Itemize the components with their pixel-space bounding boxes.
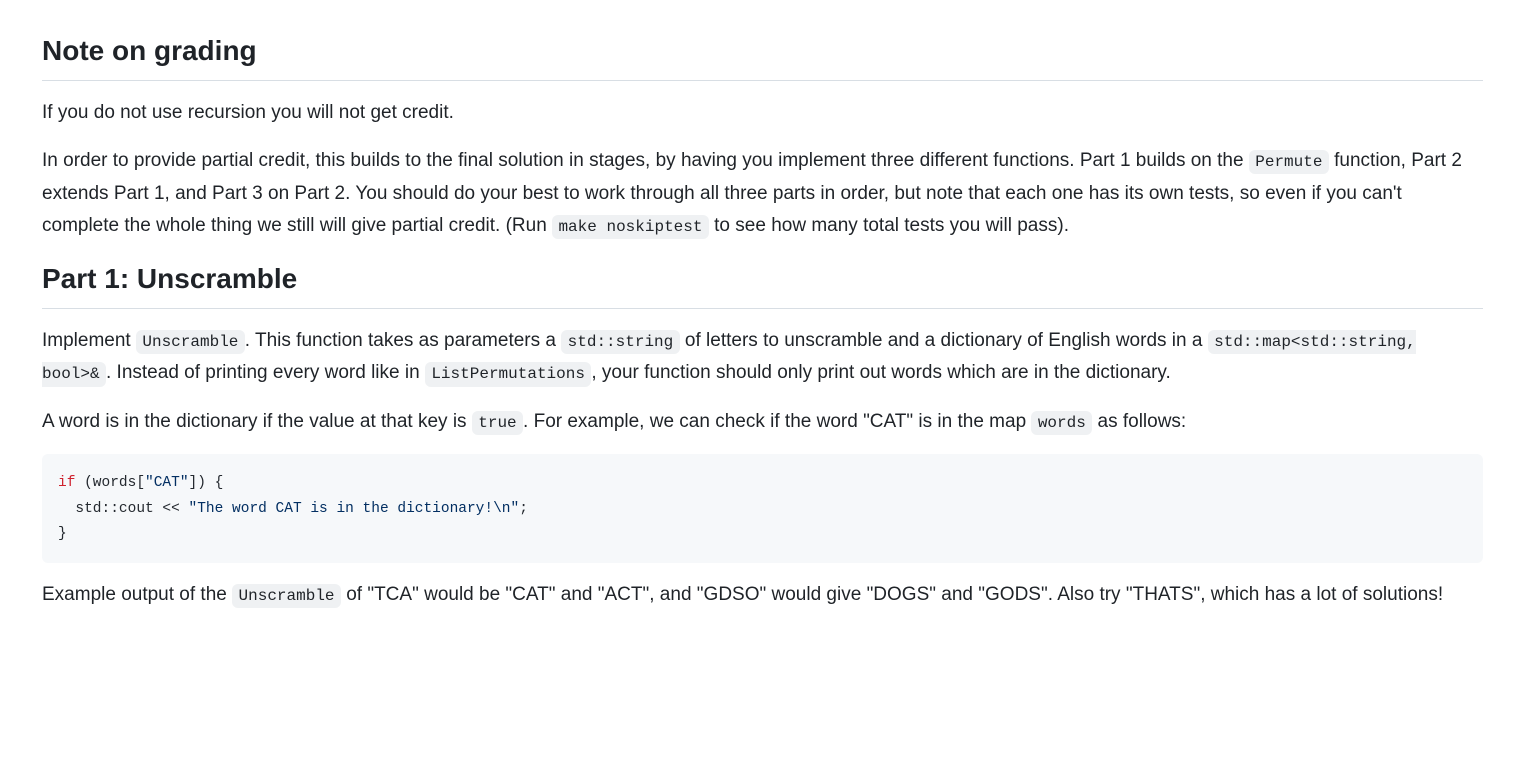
- text: (words[: [75, 475, 145, 491]
- part1-paragraph-2: A word is in the dictionary if the value…: [42, 406, 1483, 438]
- text: A word is in the dictionary if the value…: [42, 411, 472, 432]
- code-unscramble: Unscramble: [232, 584, 341, 608]
- code-true: true: [472, 411, 523, 435]
- code-block: if (words["CAT"]) { std::cout << "The wo…: [42, 454, 1483, 563]
- text: . This function takes as parameters a: [245, 330, 561, 351]
- text: In order to provide partial credit, this…: [42, 150, 1249, 171]
- text: of letters to unscramble and a dictionar…: [680, 330, 1208, 351]
- text: }: [58, 526, 67, 542]
- code-words: words: [1031, 411, 1092, 435]
- string-literal: "CAT": [145, 475, 189, 491]
- code-permute: Permute: [1249, 150, 1329, 174]
- text: . For example, we can check if the word …: [523, 411, 1031, 432]
- text: as follows:: [1092, 411, 1186, 432]
- keyword-if: if: [58, 475, 75, 491]
- code-block-content: if (words["CAT"]) { std::cout << "The wo…: [58, 475, 528, 542]
- code-stdstring: std::string: [561, 330, 679, 354]
- text: to see how many total tests you will pas…: [709, 215, 1069, 236]
- text: of "TCA" would be "CAT" and "ACT", and "…: [341, 584, 1443, 605]
- code-make-noskiptest: make noskiptest: [552, 215, 709, 239]
- code-listpermutations: ListPermutations: [425, 362, 591, 386]
- text: . Instead of printing every word like in: [106, 362, 425, 383]
- heading-grading: Note on grading: [42, 30, 1483, 81]
- text: std::cout <<: [58, 501, 189, 517]
- text: Implement: [42, 330, 136, 351]
- part1-paragraph-1: Implement Unscramble. This function take…: [42, 325, 1483, 390]
- text: , your function should only print out wo…: [591, 362, 1170, 383]
- string-literal: "The word CAT is in the dictionary!\n": [189, 501, 520, 517]
- part1-paragraph-3: Example output of the Unscramble of "TCA…: [42, 579, 1483, 611]
- text: Example output of the: [42, 584, 232, 605]
- grading-paragraph-2: In order to provide partial credit, this…: [42, 145, 1483, 242]
- text: ;: [519, 501, 528, 517]
- document-container: Note on grading If you do not use recurs…: [0, 0, 1525, 647]
- text: ]) {: [189, 475, 224, 491]
- grading-paragraph-1: If you do not use recursion you will not…: [42, 97, 1483, 129]
- heading-part1: Part 1: Unscramble: [42, 258, 1483, 309]
- code-unscramble: Unscramble: [136, 330, 245, 354]
